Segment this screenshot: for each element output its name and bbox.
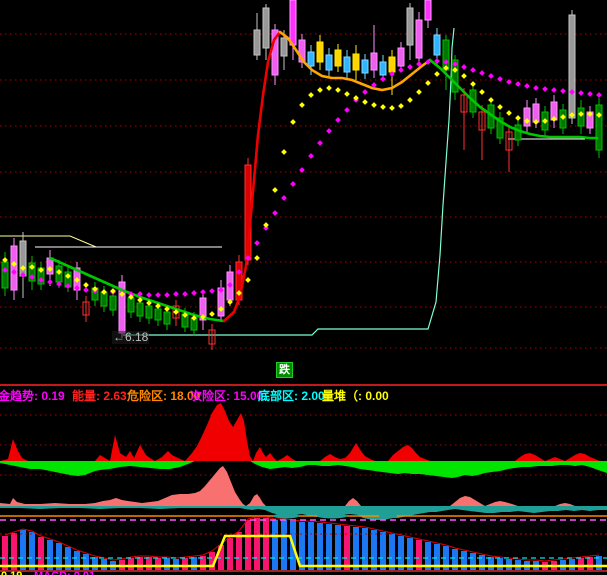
price-fall-badge: 跌 [276, 362, 293, 378]
trading-chart-window: 资金趋势: 0.19能量: 2.63危险区: 18.00次险区: 15.00底部… [0, 0, 607, 575]
indicator-label: 次险区: 15.00 [190, 387, 263, 404]
indicator-label: 资金趋势: 0.19 [0, 387, 65, 404]
indicator-label: 底部区: 2.00 [258, 387, 325, 404]
macd-value-row: 0.19 MACD: 0.01 [0, 570, 607, 575]
price-marker-label: ←6.18 [112, 331, 149, 344]
macd-value-label: 0.19 [1, 570, 22, 575]
macd-value-label: MACD: 0.01 [34, 570, 95, 575]
chart-canvas[interactable] [0, 0, 607, 575]
indicator-label: 能量: 2.63 [72, 387, 127, 404]
indicator-header-row: 资金趋势: 0.19能量: 2.63危险区: 18.00次险区: 15.00底部… [0, 387, 607, 402]
indicator-label: 量堆（: 0.00 [322, 387, 389, 404]
